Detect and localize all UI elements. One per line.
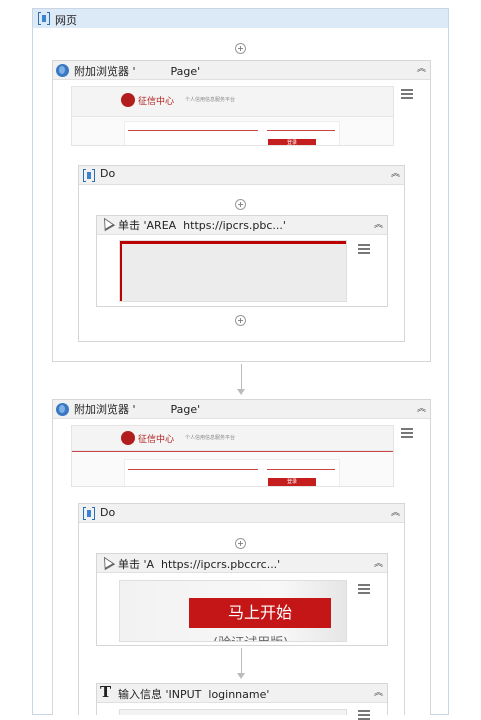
preview-form-line [128, 469, 258, 470]
preview-login-button: 登录 [268, 139, 316, 145]
preview-login-button: 登录 [268, 478, 316, 486]
browser-icon [56, 403, 69, 416]
type-into-target-preview [119, 709, 347, 715]
browser-preview-2: 征信中心 个人信用信息服务平台 登录 [71, 425, 394, 487]
add-activity-icon[interactable] [235, 199, 246, 210]
click-title-1: 单击 'AREA https://ipcrs.pbc...' [118, 219, 286, 232]
do-title-1: Do [100, 167, 116, 180]
preview-logo-icon [121, 431, 135, 445]
do-header-2[interactable] [79, 504, 404, 523]
connector-arrow-icon [237, 673, 245, 679]
preview-red-border-left [120, 241, 122, 301]
click-target-preview-1 [119, 240, 347, 302]
sequence-icon [83, 169, 95, 182]
connector-line [241, 648, 242, 674]
preview-form-line [267, 130, 335, 131]
browser-icon [56, 64, 69, 77]
attach-browser-title-1: 附加浏览器 ' Page' [74, 65, 201, 78]
preview-red-divider [72, 451, 393, 452]
preview-red-border-top [120, 241, 346, 244]
preview-form-line [267, 469, 335, 470]
start-button-preview: 马上开始 [189, 598, 331, 628]
click-target-preview-2: 马上开始 (验证试用版) [119, 580, 347, 642]
properties-menu-icon[interactable] [401, 428, 413, 438]
collapse-chevron-icon[interactable]: ︽ [417, 65, 426, 74]
collapse-chevron-icon[interactable]: ︽ [391, 170, 400, 179]
preview-logo-text: 征信中心 [138, 97, 175, 107]
collapse-chevron-icon[interactable]: ︽ [417, 405, 426, 414]
click-title-2: 单击 'A https://ipcrs.pbccrc...' [118, 558, 281, 571]
preview-logo-icon [121, 93, 135, 107]
connector-arrow-icon [237, 389, 245, 395]
do-title-2: Do [100, 506, 116, 519]
type-into-title: 输入信息 'INPUT loginname' [118, 688, 270, 701]
preview-logo-text: 征信中心 [138, 435, 175, 445]
start-subtext-preview: (验证试用版) [213, 632, 288, 641]
root-header[interactable] [33, 9, 448, 28]
properties-menu-icon[interactable] [358, 710, 370, 720]
preview-form-line [128, 130, 258, 131]
add-activity-icon[interactable] [235, 538, 246, 549]
sequence-icon [83, 507, 95, 520]
collapse-chevron-icon[interactable]: ︽ [374, 221, 383, 230]
collapse-chevron-icon[interactable]: ︽ [391, 509, 400, 518]
do-header-1[interactable] [79, 166, 404, 185]
connector-line [241, 364, 242, 390]
preview-tagline: 个人信用信息服务平台 [185, 97, 236, 103]
type-into-icon: T [100, 683, 112, 701]
properties-menu-icon[interactable] [358, 244, 370, 254]
collapse-chevron-icon[interactable]: ︽ [374, 689, 383, 698]
attach-browser-title-2: 附加浏览器 ' Page' [74, 403, 201, 416]
properties-menu-icon[interactable] [401, 89, 413, 99]
add-activity-icon[interactable] [235, 43, 246, 54]
root-title: 网页 [55, 14, 77, 27]
preview-tagline: 个人信用信息服务平台 [185, 435, 236, 441]
browser-preview-1: 征信中心 个人信用信息服务平台 登录 [71, 86, 394, 146]
properties-menu-icon[interactable] [358, 584, 370, 594]
collapse-chevron-icon[interactable]: ︽ [374, 560, 383, 569]
add-activity-icon[interactable] [235, 315, 246, 326]
sequence-icon [38, 12, 50, 25]
